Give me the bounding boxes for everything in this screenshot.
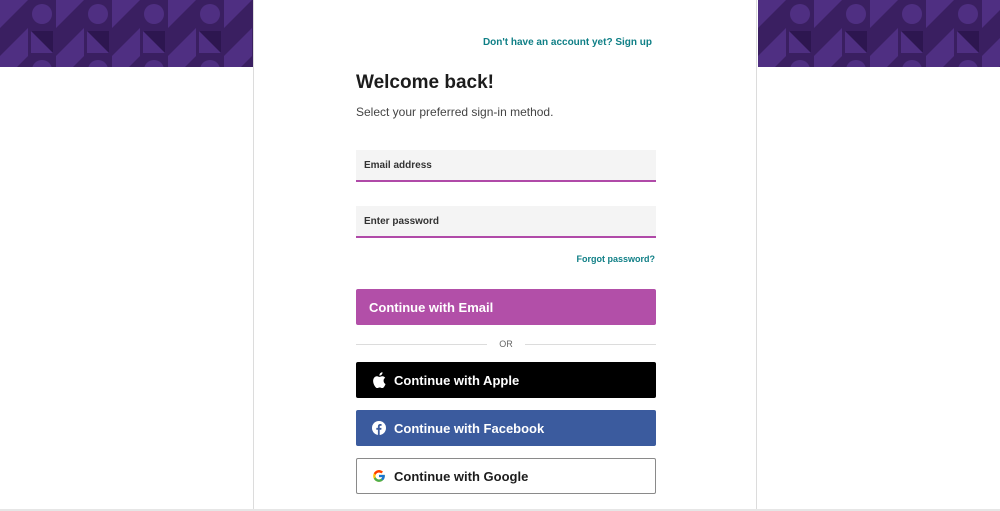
or-label: OR	[499, 339, 513, 349]
email-field[interactable]	[356, 150, 656, 182]
geometric-pattern	[758, 0, 1000, 67]
divider-line	[524, 343, 656, 345]
continue-with-email-button[interactable]: Continue with Email	[356, 289, 656, 325]
pattern-banner-right	[758, 0, 1000, 67]
button-label: Continue with Apple	[394, 372, 520, 388]
divider-line	[356, 343, 488, 345]
button-label: Continue with Email	[369, 299, 494, 315]
page-title: Welcome back!	[356, 72, 494, 93]
continue-with-apple-button[interactable]: Continue with Apple	[356, 362, 656, 398]
google-icon	[371, 468, 387, 484]
forgot-password-link[interactable]: Forgot password?	[577, 254, 656, 264]
page-subtitle: Select your preferred sign-in method.	[356, 105, 554, 119]
button-label: Continue with Google	[394, 468, 529, 484]
button-label: Continue with Facebook	[394, 420, 545, 436]
pattern-banner-left	[0, 0, 253, 67]
continue-with-google-button[interactable]: Continue with Google	[356, 458, 656, 494]
geometric-pattern	[0, 0, 253, 67]
facebook-icon	[371, 420, 387, 436]
password-field[interactable]	[356, 206, 656, 238]
sign-up-link[interactable]: Don't have an account yet? Sign up	[483, 37, 652, 48]
or-divider: OR	[356, 338, 656, 350]
continue-with-facebook-button[interactable]: Continue with Facebook	[356, 410, 656, 446]
apple-icon	[371, 372, 387, 388]
sign-in-card: Don't have an account yet? Sign up Welco…	[253, 0, 757, 511]
